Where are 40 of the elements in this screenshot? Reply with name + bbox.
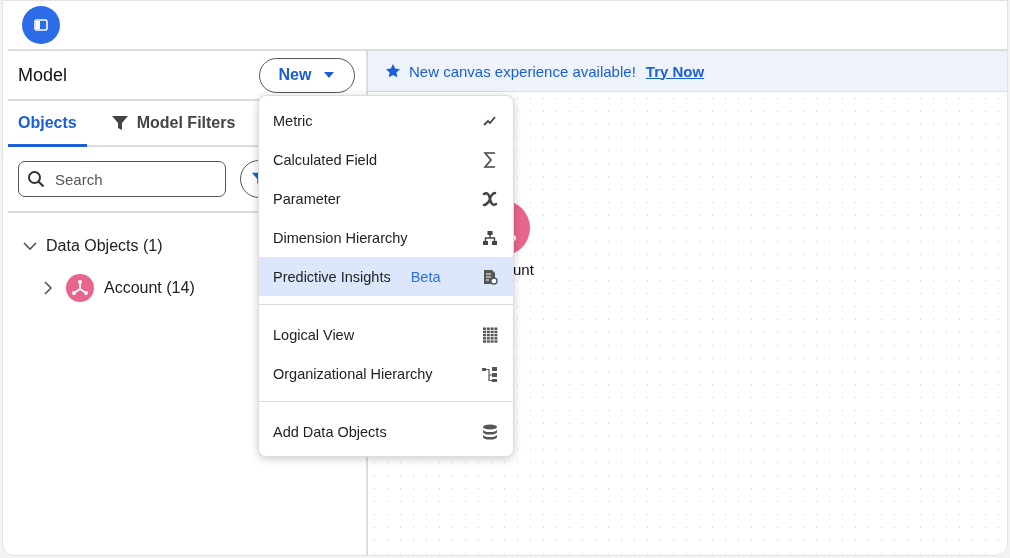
database-icon — [481, 422, 499, 441]
panel-title: Model — [18, 64, 68, 86]
menu-item-label: Calculated Field — [273, 151, 377, 168]
grid-table-icon — [481, 325, 499, 344]
menu-item[interactable]: Calculated Field — [259, 140, 513, 179]
star-icon — [385, 63, 401, 79]
variable-x-icon — [481, 189, 499, 208]
menu-item-label: Organizational Hierarchy — [273, 365, 433, 382]
beta-label: Beta — [410, 268, 441, 285]
menu-item[interactable]: Logical View — [259, 315, 513, 354]
search-field[interactable]: Search — [18, 161, 226, 197]
node-label: unt — [513, 261, 534, 278]
menu-item-label: Dimension Hierarchy — [273, 229, 408, 246]
menu-item[interactable]: Dimension Hierarchy — [259, 218, 513, 257]
sidebar-icon — [34, 19, 48, 31]
menu-item-label: Metric — [273, 112, 313, 129]
menu-item[interactable]: Metric — [259, 101, 513, 140]
hierarchy-icon — [481, 228, 499, 247]
report-icon — [481, 267, 499, 286]
menu-item-label: Logical View — [273, 326, 355, 343]
try-now-link[interactable]: Try Now — [645, 62, 705, 80]
tree-item[interactable]: Account (14) — [104, 279, 195, 297]
org-chart-icon — [481, 364, 499, 383]
menu-item[interactable]: Predictive Insights Beta — [259, 257, 513, 296]
menu-item-label: Predictive Insights — [273, 268, 391, 285]
tree-item[interactable]: Data Objects (1) — [46, 237, 163, 255]
search-icon — [27, 170, 45, 188]
caret-icon — [323, 71, 336, 79]
tab[interactable]: Model Filters — [100, 101, 246, 147]
menu-item[interactable]: Parameter — [259, 179, 513, 218]
menu-item-label: Parameter — [273, 190, 341, 207]
filter-icon — [110, 113, 129, 132]
object-icon — [66, 274, 94, 302]
menu-item-label: Add Data Objects — [273, 423, 387, 440]
menu-item[interactable]: Add Data Objects — [259, 412, 513, 451]
new-button[interactable]: New — [259, 57, 355, 93]
panel-toggle-button[interactable] — [22, 6, 60, 44]
tab[interactable]: Objects — [8, 101, 87, 147]
menu-item[interactable]: Organizational Hierarchy — [259, 354, 513, 393]
banner-text: New canvas experience available! — [409, 62, 636, 80]
